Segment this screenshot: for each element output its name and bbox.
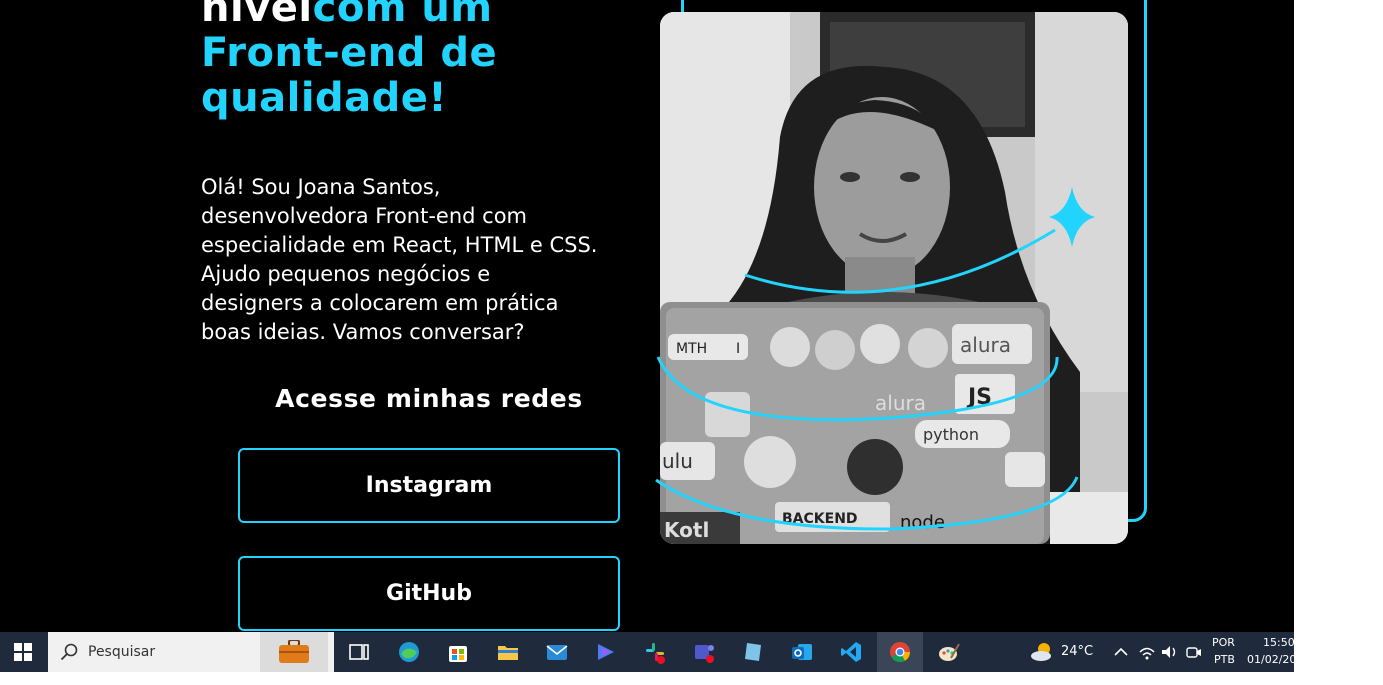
sticker-text: node [900, 512, 945, 533]
hero-line: Olá! Sou Joana Santos, [201, 175, 441, 199]
sticker-text: python [923, 425, 979, 444]
copilot-icon[interactable] [594, 640, 618, 664]
hero-line: Ajudo pequenos negócios e [201, 262, 491, 286]
hero-line: designers a colocarem em prática [201, 291, 559, 315]
hero-line: especialidade em React, HTML e CSS. [201, 233, 598, 257]
weather-temperature: 24°C [1061, 644, 1094, 659]
meet-icon[interactable] [1185, 640, 1203, 664]
volume-icon[interactable] [1160, 640, 1178, 664]
portfolio-page: nívelcom um Front-end de qualidade! Olá!… [0, 0, 1294, 632]
weather-icon[interactable] [1029, 640, 1057, 664]
instagram-button[interactable]: Instagram [238, 448, 620, 523]
mail-icon[interactable] [545, 640, 569, 664]
github-button[interactable]: GitHub [238, 556, 620, 631]
hero-title: nívelcom um Front-end de qualidade! [201, 0, 641, 121]
wifi-icon[interactable] [1138, 640, 1156, 664]
hero-line: boas ideias. Vamos conversar? [201, 320, 525, 344]
windows-start-button[interactable] [0, 632, 46, 672]
vscode-icon[interactable] [839, 640, 863, 664]
chrome-icon[interactable] [888, 640, 912, 664]
sticker-text: I [736, 341, 740, 357]
sticker-text: Kotl [664, 518, 709, 542]
task-view-icon[interactable] [347, 640, 371, 664]
profile-photo: MTH I alura JS alura python ulu BACKEND … [660, 12, 1128, 544]
hero-title-blue-3: qualidade! [201, 75, 448, 121]
briefcase-icon [279, 640, 309, 663]
language-indicator-2[interactable]: PTB [1214, 653, 1235, 666]
hero-line: desenvolvedora Front-end com [201, 204, 528, 228]
windows-start-icon [14, 643, 32, 661]
sticker-text: ulu [662, 449, 693, 473]
hero-title-blue-2: Front-end de [201, 30, 498, 76]
sticker-text: MTH [676, 341, 707, 357]
clock-date[interactable]: 01/02/20 [1247, 653, 1294, 666]
paint-icon[interactable] [937, 640, 961, 664]
hero-title-blue-1: com um [312, 0, 493, 31]
chevron-up-icon[interactable] [1113, 640, 1129, 664]
slack-icon[interactable] [643, 640, 667, 664]
clock-time[interactable]: 15:50 [1263, 636, 1294, 649]
edge-icon[interactable] [397, 640, 421, 664]
hero-title-white: nível [201, 0, 313, 31]
outlook-icon[interactable] [790, 640, 814, 664]
sticker-text: JS [966, 385, 992, 410]
screen-edge [0, 672, 1383, 685]
teams-icon[interactable] [692, 640, 716, 664]
search-placeholder: Pesquisar [88, 644, 156, 660]
store-icon[interactable] [446, 640, 470, 664]
windows-taskbar: Pesquisar 24°C POR PTB 15:50 01/02/20 [0, 632, 1294, 672]
hero-paragraph: Olá! Sou Joana Santos, desenvolvedora Fr… [201, 173, 656, 347]
briefcase-button[interactable] [260, 632, 328, 672]
social-title: Acesse minhas redes [275, 384, 583, 413]
language-indicator-1[interactable]: POR [1212, 636, 1235, 649]
profile-photo-illustration: MTH I alura JS alura python ulu BACKEND … [660, 12, 1128, 544]
search-icon [60, 643, 78, 661]
sticker-text: alura [960, 333, 1011, 357]
notes-icon[interactable] [741, 640, 765, 664]
sticker-text: BACKEND [782, 511, 858, 527]
sticker-text: alura [875, 391, 926, 415]
file-explorer-icon[interactable] [496, 640, 520, 664]
